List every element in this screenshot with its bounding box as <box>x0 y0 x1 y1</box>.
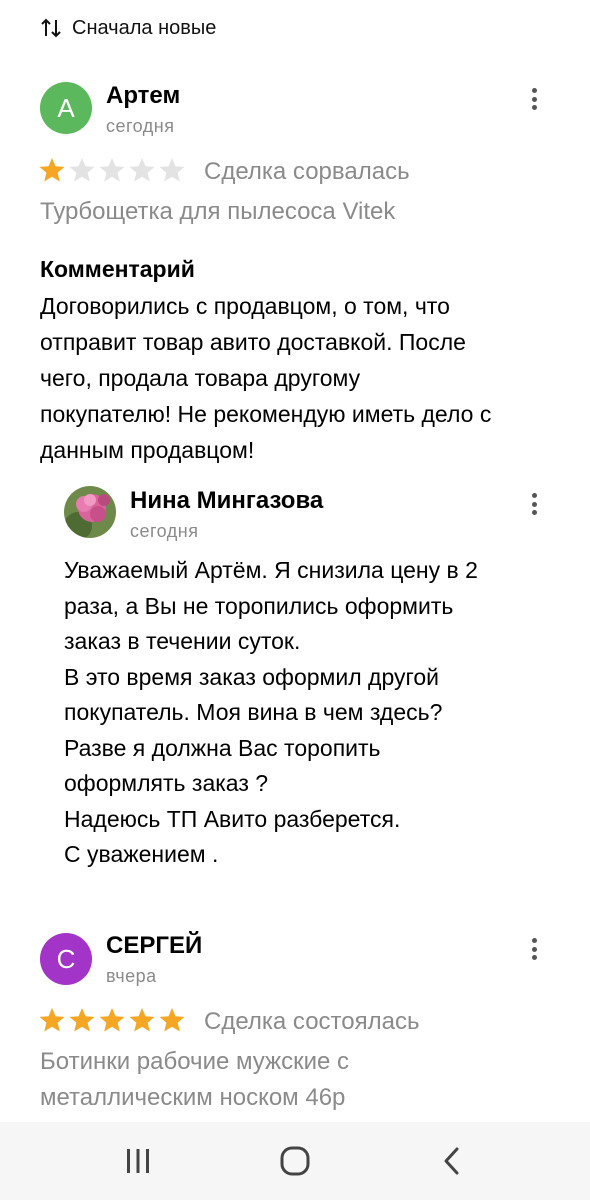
home-icon <box>280 1146 310 1176</box>
comment-line: данным продавцом! <box>40 437 255 463</box>
star-filled-icon <box>129 1008 155 1032</box>
comment-heading: Комментарий <box>40 256 195 282</box>
item-title[interactable]: Турбощетка для пылесоса Vitek <box>40 194 395 230</box>
reply-more-options-button[interactable] <box>524 489 544 519</box>
reply-avatar[interactable] <box>64 486 116 538</box>
reply-line: С уважением . <box>64 841 219 867</box>
item-title-line: Ботинки рабочие мужские с <box>40 1048 349 1075</box>
recent-apps-icon <box>127 1149 150 1173</box>
comment-line: Договорились с продавцом, о том, что <box>40 293 450 319</box>
reply-line: Уважаемый Артём. Я снизила цену в 2 <box>64 557 478 583</box>
rating-stars <box>38 156 188 184</box>
comment-text: Договорились с продавцом, о том, что отп… <box>40 288 491 468</box>
home-button[interactable] <box>275 1141 315 1181</box>
sort-button[interactable]: Сначала новые <box>40 14 216 42</box>
review-date: вчера <box>106 966 157 986</box>
star-filled-icon <box>39 1008 65 1032</box>
comment-line: чего, продала товара другому <box>40 365 361 391</box>
system-navigation-bar <box>0 1122 590 1200</box>
reply-line: покупатель. Моя вина в чем здесь? <box>64 699 443 725</box>
back-button[interactable] <box>432 1141 472 1181</box>
star-filled-icon <box>99 1008 125 1032</box>
avatar[interactable]: С <box>40 933 92 985</box>
deal-status: Сделка сорвалась <box>204 158 410 185</box>
reply-line: В это время заказ оформил другой <box>64 663 439 690</box>
star-filled-icon <box>159 1008 185 1032</box>
review-date: сегодня <box>106 116 175 136</box>
rating-stars <box>38 1006 188 1034</box>
more-options-button[interactable] <box>524 934 544 964</box>
author-name[interactable]: СЕРГЕЙ <box>106 932 202 960</box>
reply-author-name[interactable]: Нина Мингазова <box>130 487 323 515</box>
star-filled-icon <box>69 1008 95 1032</box>
reply-line: Надеюсь ТП Авито разберется. <box>64 805 401 832</box>
star-empty-icon <box>99 158 125 182</box>
recent-apps-button[interactable] <box>118 1141 158 1181</box>
sort-label: Сначала новые <box>72 16 217 39</box>
avatar-letter: А <box>57 92 75 123</box>
star-empty-icon <box>129 158 155 182</box>
sort-arrows-icon <box>41 18 61 38</box>
star-filled-icon <box>39 158 65 182</box>
avatar-letter: С <box>56 943 76 974</box>
reply-text: Уважаемый Артём. Я снизила цену в 2 раза… <box>64 553 478 873</box>
star-empty-icon <box>159 158 185 182</box>
reply-date: сегодня <box>130 521 199 541</box>
item-title[interactable]: Ботинки рабочие мужские с металлическим … <box>40 1044 349 1116</box>
reply-line: заказ в течении суток. <box>64 628 301 654</box>
reply-line: оформлять заказ ? <box>64 770 269 796</box>
item-title-line: металлическим носком 46р <box>40 1084 346 1111</box>
comment-line: покупателю! Не рекомендую иметь дело с <box>40 401 492 427</box>
deal-status: Сделка состоялась <box>204 1008 420 1035</box>
reply-line: раза, а Вы не торопились оформить <box>64 592 454 619</box>
flower-photo-icon <box>64 486 116 538</box>
more-options-button[interactable] <box>524 84 544 114</box>
author-name[interactable]: Артем <box>106 82 180 110</box>
reply-line: Разве я должна Вас торопить <box>64 734 381 761</box>
comment-line: отправит товар авито доставкой. После <box>40 329 466 355</box>
avatar[interactable]: А <box>40 82 92 134</box>
star-empty-icon <box>69 158 95 182</box>
back-icon <box>444 1147 459 1175</box>
